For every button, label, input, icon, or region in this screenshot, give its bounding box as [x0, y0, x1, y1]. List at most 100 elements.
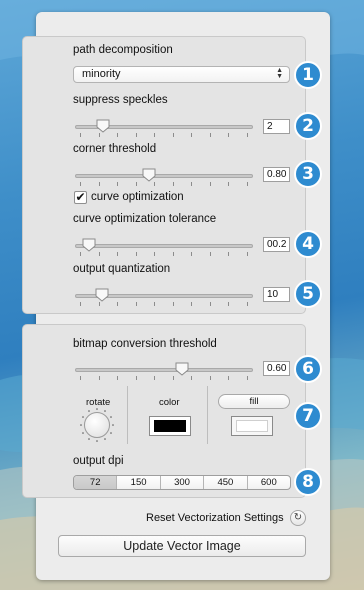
output-dpi-segmented-control: 72 150 300 450 600 — [73, 475, 291, 490]
corner-threshold-slider-thumb[interactable] — [142, 168, 156, 182]
step-badge-3: 3 — [294, 160, 322, 188]
slider-tick — [228, 182, 230, 186]
slider-tick — [209, 302, 211, 306]
dpi-option-150[interactable]: 150 — [116, 476, 159, 489]
slider-tick — [209, 376, 211, 380]
slider-tick — [172, 302, 174, 306]
bitmap-threshold-field[interactable]: 0.60 — [263, 361, 290, 376]
slider-tick — [228, 302, 230, 306]
slider-tick — [191, 252, 193, 256]
step-badge-4: 4 — [294, 230, 322, 258]
slider-tick — [135, 252, 137, 256]
slider-tick — [117, 133, 119, 137]
slider-tick — [98, 182, 100, 186]
slider-tick — [80, 376, 81, 380]
slider-tick — [247, 182, 248, 186]
curve-tolerance-ticks — [80, 252, 248, 256]
stroke-color-swatch — [154, 420, 186, 432]
slider-tick — [209, 133, 211, 137]
divider — [127, 386, 128, 444]
slider-tick — [172, 376, 174, 380]
stroke-color-well[interactable] — [149, 416, 191, 436]
slider-tick — [247, 376, 248, 380]
slider-tick — [247, 302, 248, 306]
curve-tolerance-field[interactable]: 00.2 — [263, 237, 290, 252]
slider-tick — [191, 376, 193, 380]
output-quantization-ticks — [80, 302, 248, 306]
step-badge-6: 6 — [294, 355, 322, 383]
corner-threshold-field[interactable]: 0.80 — [263, 167, 290, 182]
select-arrows-icon: ▲ ▼ — [276, 67, 283, 80]
suppress-speckles-field[interactable]: 2 — [263, 119, 290, 134]
step-badge-8: 8 — [294, 468, 322, 496]
path-decomposition-value: minority — [82, 68, 121, 80]
slider-tick — [209, 252, 211, 256]
step-badge-5: 5 — [294, 280, 322, 308]
slider-tick — [191, 182, 193, 186]
slider-tick — [247, 252, 248, 256]
slider-tick — [172, 133, 174, 137]
slider-tick — [154, 302, 156, 306]
slider-tick — [80, 302, 81, 306]
slider-tick — [191, 302, 193, 306]
slider-tick — [154, 182, 156, 186]
curve-optimization-label: curve optimization — [91, 191, 184, 203]
reset-settings-button[interactable]: ↻ — [290, 510, 306, 526]
corner-threshold-track[interactable] — [75, 174, 253, 178]
bitmap-threshold-track[interactable] — [75, 368, 253, 372]
update-vector-image-button[interactable]: Update Vector Image — [58, 535, 306, 557]
dpi-option-72[interactable]: 72 — [74, 476, 117, 489]
slider-tick — [135, 133, 137, 137]
suppress-speckles-slider-thumb[interactable] — [96, 119, 110, 133]
path-decomposition-label: path decomposition — [73, 44, 173, 56]
suppress-speckles-label: suppress speckles — [73, 94, 168, 106]
slider-tick — [154, 252, 156, 256]
suppress-speckles-ticks — [80, 133, 248, 137]
slider-tick — [117, 302, 119, 306]
curve-tolerance-slider-thumb[interactable] — [82, 238, 96, 252]
refresh-icon: ↻ — [293, 512, 303, 523]
slider-tick — [98, 376, 100, 380]
slider-tick — [135, 302, 137, 306]
slider-tick — [172, 252, 174, 256]
output-dpi-label: output dpi — [73, 455, 124, 467]
bitmap-threshold-slider-thumb[interactable] — [175, 362, 189, 376]
slider-tick — [117, 376, 119, 380]
slider-tick — [154, 376, 156, 380]
dpi-option-450[interactable]: 450 — [203, 476, 246, 489]
output-quantization-field[interactable]: 10 — [263, 287, 290, 302]
slider-tick — [154, 133, 156, 137]
slider-tick — [98, 302, 100, 306]
step-badge-7: 7 — [294, 402, 322, 430]
corner-threshold-ticks — [80, 182, 248, 186]
step-badge-1: 1 — [294, 61, 322, 89]
fill-color-well[interactable] — [231, 416, 273, 436]
slider-tick — [172, 182, 174, 186]
slider-tick — [228, 252, 230, 256]
slider-tick — [135, 376, 137, 380]
dpi-option-600[interactable]: 600 — [246, 476, 290, 489]
curve-optimization-tolerance-label: curve optimization tolerance — [73, 213, 217, 225]
reset-settings-label: Reset Vectorization Settings — [146, 512, 284, 524]
slider-tick — [80, 252, 81, 256]
slider-tick — [117, 182, 119, 186]
output-quantization-slider-thumb[interactable] — [95, 288, 109, 302]
slider-tick — [209, 182, 211, 186]
slider-tick — [228, 376, 230, 380]
divider — [207, 386, 208, 444]
slider-tick — [247, 133, 248, 137]
path-decomposition-select[interactable]: minority ▲ ▼ — [73, 66, 290, 83]
curve-tolerance-track[interactable] — [75, 244, 253, 248]
slider-tick — [98, 133, 100, 137]
slider-tick — [117, 252, 119, 256]
dpi-option-300[interactable]: 300 — [159, 476, 203, 489]
corner-threshold-label: corner threshold — [73, 143, 157, 155]
fill-toggle-button[interactable]: fill — [218, 394, 290, 409]
color-label: color — [159, 397, 180, 408]
rotate-dial[interactable] — [84, 412, 110, 438]
step-badge-2: 2 — [294, 112, 322, 140]
slider-tick — [191, 133, 193, 137]
curve-optimization-checkbox[interactable]: ✔ — [74, 191, 87, 204]
fill-color-swatch — [236, 420, 268, 432]
bitmap-threshold-label: bitmap conversion threshold — [73, 338, 217, 350]
